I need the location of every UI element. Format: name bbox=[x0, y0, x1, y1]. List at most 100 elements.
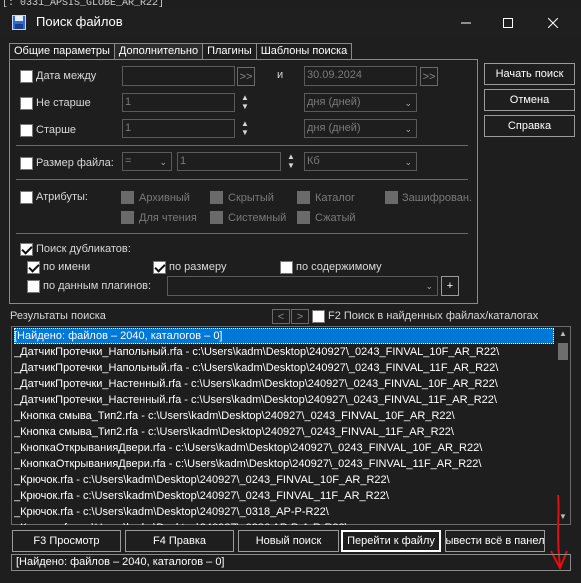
view-button[interactable]: F3 Просмотр bbox=[12, 530, 121, 552]
floppy-disk-icon bbox=[12, 15, 26, 30]
system-attr-checkbox[interactable] bbox=[210, 211, 223, 224]
tab-templates[interactable]: Шаблоны поиска bbox=[255, 43, 353, 60]
date-to-pick-button[interactable]: >> bbox=[420, 67, 438, 86]
archive-attr-label: Архивный bbox=[139, 192, 190, 204]
by-name-checkbox[interactable] bbox=[27, 261, 40, 274]
by-name-label: по имени bbox=[43, 261, 91, 273]
file-size-label: Размер файла: bbox=[36, 157, 114, 169]
older-stepper[interactable]: ▲ ▼ bbox=[240, 119, 250, 139]
by-size-label: по размеру bbox=[169, 261, 227, 273]
status-bar: [Найдено: файлов – 2040, каталогов – 0] bbox=[11, 554, 571, 571]
attributes-checkbox[interactable] bbox=[20, 191, 33, 204]
chevron-down-icon: ⌄ bbox=[159, 157, 167, 167]
cancel-button[interactable]: Отмена bbox=[484, 89, 575, 111]
edit-button[interactable]: F4 Правка bbox=[125, 530, 234, 552]
list-item[interactable]: _ДатчикПротечки_Настенный.rfa - c:\Users… bbox=[14, 392, 554, 408]
start-search-button[interactable]: Начать поиск bbox=[484, 63, 575, 85]
chevron-down-icon: ⌄ bbox=[404, 124, 412, 134]
scroll-up-icon[interactable]: ▲ bbox=[559, 329, 567, 338]
results-title: Результаты поиска bbox=[10, 310, 106, 322]
not-older-unit-select[interactable]: дня (дней) ⌄ bbox=[304, 93, 417, 112]
not-older-checkbox[interactable] bbox=[20, 97, 33, 110]
divider bbox=[16, 233, 468, 234]
by-plugins-checkbox[interactable] bbox=[27, 280, 40, 293]
not-older-stepper[interactable]: ▲ ▼ bbox=[240, 93, 250, 113]
feed-to-panel-button[interactable]: ывести всё в панел bbox=[445, 530, 545, 552]
archive-attr-checkbox[interactable] bbox=[121, 191, 134, 204]
size-unit-value: Кб bbox=[307, 155, 320, 167]
close-icon bbox=[548, 18, 558, 28]
compressed-attr-checkbox[interactable] bbox=[297, 211, 310, 224]
add-plugin-button[interactable]: + bbox=[441, 276, 459, 296]
duplicates-checkbox[interactable] bbox=[20, 243, 33, 256]
scroll-thumb[interactable] bbox=[558, 343, 568, 360]
maximize-icon bbox=[503, 18, 513, 28]
plugin-select[interactable]: ⌄ bbox=[167, 276, 438, 296]
minimize-icon bbox=[461, 22, 471, 24]
results-next-button[interactable]: > bbox=[291, 309, 309, 324]
older-label: Старше bbox=[36, 124, 77, 136]
file-size-field[interactable]: 1 bbox=[177, 152, 281, 171]
results-prev-button[interactable]: < bbox=[272, 309, 290, 324]
results-list[interactable]: [Найдено: файлов – 2040, каталогов – 0] … bbox=[11, 326, 571, 525]
by-size-checkbox[interactable] bbox=[153, 261, 166, 274]
go-to-file-button[interactable]: Перейти к файлу bbox=[341, 530, 441, 552]
list-item[interactable]: _Крючок.rfa - c:\Users\kadm\Desktop\2409… bbox=[14, 504, 554, 520]
list-item[interactable]: [Найдено: файлов – 2040, каталогов – 0] bbox=[14, 328, 554, 344]
close-button[interactable] bbox=[530, 9, 576, 37]
size-unit-select[interactable]: Кб ⌄ bbox=[304, 152, 417, 171]
list-item[interactable]: _Крючок.rfa - c:\Users\kadm\Desktop\2409… bbox=[14, 520, 554, 525]
directory-attr-checkbox[interactable] bbox=[297, 191, 310, 204]
tab-plugins[interactable]: Плагины bbox=[202, 43, 257, 60]
list-item[interactable]: _Кнопка смыва_Тип2.rfa - c:\Users\kadm\D… bbox=[14, 424, 554, 440]
directory-attr-label: Каталог bbox=[315, 192, 355, 204]
maximize-button[interactable] bbox=[485, 9, 531, 37]
date-to-field[interactable]: 30.09.2024 bbox=[304, 66, 417, 86]
not-older-unit-value: дня (дней) bbox=[307, 96, 361, 108]
tab-strip: Общие параметры Дополнительно Плагины Ша… bbox=[9, 43, 353, 60]
date-between-label: Дата между bbox=[36, 70, 97, 82]
search-in-found-label: F2 Поиск в найденных файлах/каталогах bbox=[328, 310, 539, 322]
size-operator-value: = bbox=[125, 155, 132, 167]
tab-general[interactable]: Общие параметры bbox=[9, 43, 115, 60]
file-size-stepper[interactable]: ▲ ▼ bbox=[286, 152, 296, 172]
list-item[interactable]: _ДатчикПротечки_Настенный.rfa - c:\Users… bbox=[14, 376, 554, 392]
hidden-attr-label: Скрытый bbox=[228, 192, 274, 204]
date-between-checkbox[interactable] bbox=[20, 70, 33, 83]
tab-advanced[interactable]: Дополнительно bbox=[113, 43, 204, 60]
not-older-label: Не старше bbox=[36, 97, 91, 109]
attributes-label: Атрибуты: bbox=[36, 191, 88, 203]
encrypted-attr-label: Зашифрован. bbox=[402, 192, 472, 204]
chevron-down-icon: ⌄ bbox=[425, 281, 433, 291]
not-older-field[interactable]: 1 bbox=[122, 93, 235, 112]
readonly-attr-label: Для чтения bbox=[139, 212, 197, 224]
help-button[interactable]: Справка bbox=[484, 115, 575, 137]
older-unit-select[interactable]: дня (дней) ⌄ bbox=[304, 119, 417, 138]
older-checkbox[interactable] bbox=[20, 124, 33, 137]
duplicates-label: Поиск дубликатов: bbox=[36, 243, 131, 255]
hidden-attr-checkbox[interactable] bbox=[210, 191, 223, 204]
file-size-checkbox[interactable] bbox=[20, 157, 33, 170]
chevron-down-icon: ⌄ bbox=[404, 157, 412, 167]
older-unit-value: дня (дней) bbox=[307, 122, 361, 134]
date-from-field[interactable] bbox=[122, 66, 235, 86]
older-field[interactable]: 1 bbox=[122, 119, 235, 138]
date-from-pick-button[interactable]: >> bbox=[237, 67, 255, 86]
list-item[interactable]: _КнопкаОткрыванияДвери.rfa - c:\Users\ka… bbox=[14, 440, 554, 456]
encrypted-attr-checkbox[interactable] bbox=[385, 191, 398, 204]
by-content-checkbox[interactable] bbox=[280, 261, 293, 274]
list-item[interactable]: _Кнопка смыва_Тип2.rfa - c:\Users\kadm\D… bbox=[14, 408, 554, 424]
readonly-attr-checkbox[interactable] bbox=[121, 211, 134, 224]
list-item[interactable]: _КнопкаОткрыванияДвери.rfa - c:\Users\ka… bbox=[14, 456, 554, 472]
new-search-button[interactable]: Новый поиск bbox=[238, 530, 339, 552]
chevron-down-icon: ⌄ bbox=[404, 98, 412, 108]
divider bbox=[16, 179, 468, 180]
list-item[interactable]: _Крючок.rfa - c:\Users\kadm\Desktop\2409… bbox=[14, 472, 554, 488]
size-operator-select[interactable]: = ⌄ bbox=[122, 152, 172, 171]
list-item[interactable]: _ДатчикПротечки_Напольный.rfa - c:\Users… bbox=[14, 360, 554, 376]
list-item[interactable]: _Крючок.rfa - c:\Users\kadm\Desktop\2409… bbox=[14, 488, 554, 504]
by-content-label: по содержимому bbox=[296, 261, 382, 273]
minimize-button[interactable] bbox=[443, 9, 489, 37]
list-item[interactable]: _ДатчикПротечки_Напольный.rfa - c:\Users… bbox=[14, 344, 554, 360]
search-in-found-checkbox[interactable] bbox=[312, 310, 325, 323]
